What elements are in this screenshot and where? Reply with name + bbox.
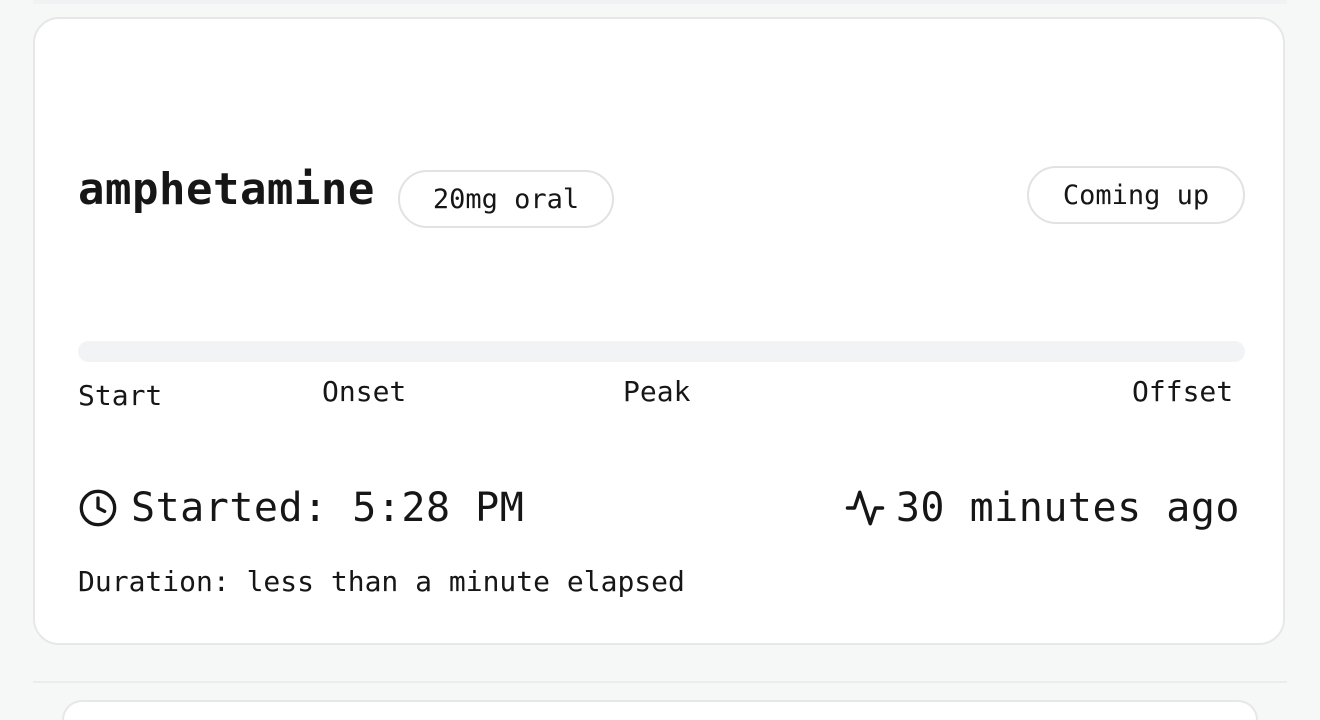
started-label: Started: 5:28 PM: [131, 485, 525, 531]
dose-card[interactable]: amphetamine 20mg oral Coming up Start On…: [33, 17, 1285, 645]
phase-label-onset: Onset: [322, 375, 407, 408]
substance-name: amphetamine: [78, 164, 375, 215]
previous-card-edge: [33, 0, 1287, 4]
dose-badge: 20mg oral: [398, 170, 614, 228]
list-divider: [33, 681, 1287, 683]
phase-label-start: Start: [78, 379, 163, 412]
clock-icon: [79, 489, 117, 527]
elapsed-time: 30 minutes ago: [844, 485, 1240, 531]
next-card-edge[interactable]: [62, 700, 1258, 720]
activity-icon: [845, 490, 885, 526]
timeline-progress-bar: [78, 341, 1245, 362]
phase-label-offset: Offset: [1132, 375, 1234, 408]
status-badge: Coming up: [1027, 166, 1245, 224]
started-time: Started: 5:28 PM: [78, 485, 524, 531]
duration-label: Duration: less than a minute elapsed: [78, 565, 685, 598]
elapsed-label: 30 minutes ago: [895, 485, 1240, 531]
phase-label-peak: Peak: [623, 375, 691, 408]
